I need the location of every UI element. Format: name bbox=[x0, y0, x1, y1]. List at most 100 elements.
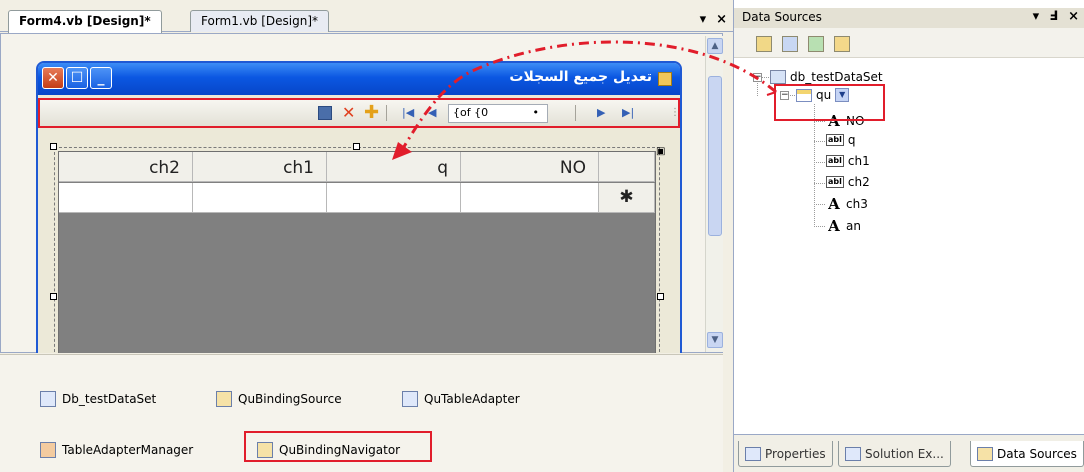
position-textbox[interactable]: {of {0 • bbox=[448, 104, 548, 123]
tree-node-field-ch1[interactable]: abl ch1 bbox=[826, 154, 870, 168]
tray-item-dataset[interactable]: Db_testDataSet bbox=[40, 391, 156, 407]
label-control-icon: A bbox=[828, 195, 840, 213]
column-header-q[interactable]: q bbox=[327, 152, 461, 182]
move-first-icon[interactable]: |◀ bbox=[402, 104, 414, 122]
column-header-no[interactable]: NO bbox=[461, 152, 599, 182]
tree-connector bbox=[762, 77, 770, 78]
resize-handle[interactable] bbox=[657, 293, 664, 300]
tray-item-tableadaptermanager[interactable]: TableAdapterManager bbox=[40, 442, 193, 458]
tray-item-label: TableAdapterManager bbox=[62, 443, 194, 457]
tree-node-dataset[interactable]: db_testDataSet bbox=[770, 70, 883, 84]
tree-connector bbox=[814, 183, 826, 184]
tray-item-label: Db_testDataSet bbox=[62, 392, 157, 406]
grid-cell[interactable] bbox=[327, 183, 461, 213]
tree-connector bbox=[814, 104, 815, 228]
vertical-scrollbar[interactable]: ▲ ▼ bbox=[705, 36, 723, 352]
move-previous-icon[interactable]: ◀ bbox=[428, 104, 436, 122]
add-data-source-icon[interactable] bbox=[756, 36, 772, 52]
close-panel-icon[interactable]: × bbox=[1068, 9, 1079, 24]
solution-explorer-icon bbox=[845, 446, 861, 461]
data-sources-icon bbox=[977, 446, 993, 461]
tree-node-field-an[interactable]: A an bbox=[826, 217, 861, 235]
configure-dataset-icon[interactable] bbox=[808, 36, 824, 52]
tree-node-label: ch2 bbox=[847, 175, 870, 189]
bindingnavigator-highlight-box bbox=[244, 431, 432, 462]
minimize-icon[interactable]: _ bbox=[90, 67, 112, 89]
tool-window-tabs: Properties Solution Ex... Data Sources bbox=[734, 434, 1084, 472]
dataset-icon bbox=[770, 70, 786, 84]
document-tab-strip: Form4.vb [Design]* Form1.vb [Design]* ▾ … bbox=[0, 8, 733, 33]
column-header-ch1[interactable]: ch1 bbox=[193, 152, 327, 182]
new-row-marker[interactable]: ✱ bbox=[599, 183, 655, 213]
tray-item-bindingsource[interactable]: QuBindingSource bbox=[216, 391, 342, 407]
delete-icon[interactable]: ✕ bbox=[342, 104, 355, 122]
collapse-dataset-icon[interactable]: − bbox=[753, 73, 762, 82]
tree-connector bbox=[814, 121, 826, 122]
tree-node-field-q[interactable]: abl q bbox=[826, 133, 856, 147]
data-sources-panel: Data Sources ▾ Ⅎ × − db_testDataSet − qu… bbox=[733, 0, 1084, 472]
grid-header-row: ch2 ch1 q NO bbox=[59, 152, 655, 182]
position-count-label: {of {0 bbox=[453, 106, 489, 119]
tree-node-field-ch2[interactable]: abl ch2 bbox=[826, 175, 870, 189]
auto-hide-pin-icon[interactable]: Ⅎ bbox=[1049, 9, 1058, 24]
edit-dataset-icon[interactable] bbox=[782, 36, 798, 52]
form-window[interactable]: ✕ ☐ _ تعديل جميع السجلات ✕ ✚ |◀ ◀ {of {0… bbox=[36, 61, 682, 353]
tray-item-tableadapter[interactable]: QuTableAdapter bbox=[402, 391, 520, 407]
tab-form1-design[interactable]: Form1.vb [Design]* bbox=[190, 10, 330, 32]
tab-label: Solution Ex... bbox=[865, 446, 944, 461]
tab-solution-explorer[interactable]: Solution Ex... bbox=[838, 441, 951, 467]
textbox-control-icon: abl bbox=[826, 176, 844, 188]
grid-new-row[interactable]: ✱ bbox=[59, 183, 655, 213]
toolbar-separator bbox=[386, 105, 387, 121]
properties-icon bbox=[745, 446, 761, 461]
refresh-icon[interactable] bbox=[834, 36, 850, 52]
tab-properties[interactable]: Properties bbox=[738, 441, 833, 467]
binding-navigator-toolbar[interactable]: ✕ ✚ |◀ ◀ {of {0 • ▶ ▶| ⋮ bbox=[38, 98, 680, 128]
tab-data-sources[interactable]: Data Sources bbox=[970, 441, 1084, 467]
smart-tag-icon[interactable]: ▣ bbox=[656, 146, 665, 157]
tab-label: Properties bbox=[765, 446, 826, 461]
row-header-corner bbox=[599, 152, 655, 182]
tab-list-dropdown-icon[interactable]: ▾ bbox=[700, 12, 707, 27]
move-last-icon[interactable]: ▶| bbox=[622, 104, 634, 122]
tree-connector bbox=[814, 162, 826, 163]
scroll-down-icon[interactable]: ▼ bbox=[707, 332, 723, 348]
panel-title-controls: ▾ Ⅎ × bbox=[1033, 9, 1079, 24]
table-adapter-icon bbox=[402, 391, 418, 407]
tree-node-label: ch3 bbox=[846, 197, 868, 211]
resize-handle[interactable] bbox=[50, 293, 57, 300]
maximize-icon[interactable]: ☐ bbox=[66, 67, 88, 89]
qu-datagridview[interactable]: ch2 ch1 q NO ✱ bbox=[58, 151, 656, 353]
close-document-icon[interactable]: × bbox=[716, 12, 727, 27]
tree-node-label: db_testDataSet bbox=[790, 70, 883, 84]
tree-connector bbox=[814, 204, 826, 205]
grid-cell[interactable] bbox=[193, 183, 327, 213]
panel-title: Data Sources bbox=[742, 10, 822, 24]
tree-node-label: an bbox=[846, 219, 861, 233]
data-sources-toolbar bbox=[734, 28, 1084, 58]
data-sources-title-bar[interactable]: Data Sources ▾ Ⅎ × bbox=[734, 8, 1084, 28]
table-adapter-manager-icon bbox=[40, 442, 56, 458]
scrollbar-thumb[interactable] bbox=[708, 76, 722, 236]
form-title-bar[interactable]: ✕ ☐ _ تعديل جميع السجلات bbox=[38, 63, 680, 95]
toolbar-grip-icon[interactable]: ⋮ bbox=[670, 104, 680, 122]
save-icon[interactable] bbox=[318, 106, 332, 120]
grid-cell[interactable] bbox=[461, 183, 599, 213]
resize-handle[interactable] bbox=[353, 143, 360, 150]
column-header-ch2[interactable]: ch2 bbox=[59, 152, 193, 182]
tree-node-label: ch1 bbox=[847, 154, 870, 168]
grid-cell[interactable] bbox=[59, 183, 193, 213]
tab-label: Data Sources bbox=[997, 446, 1077, 461]
tree-node-field-ch3[interactable]: A ch3 bbox=[826, 195, 868, 213]
position-item-marker: • bbox=[532, 106, 540, 119]
add-new-icon[interactable]: ✚ bbox=[364, 104, 379, 122]
resize-handle[interactable] bbox=[50, 143, 57, 150]
tab-form4-design[interactable]: Form4.vb [Design]* bbox=[8, 10, 162, 33]
panel-dropdown-icon[interactable]: ▾ bbox=[1033, 9, 1040, 24]
scroll-up-icon[interactable]: ▲ bbox=[707, 38, 723, 54]
dataset-icon bbox=[40, 391, 56, 407]
qu-highlight-box bbox=[774, 84, 885, 121]
close-icon[interactable]: ✕ bbox=[42, 67, 64, 89]
move-next-icon[interactable]: ▶ bbox=[597, 104, 605, 122]
tree-connector bbox=[814, 226, 826, 227]
